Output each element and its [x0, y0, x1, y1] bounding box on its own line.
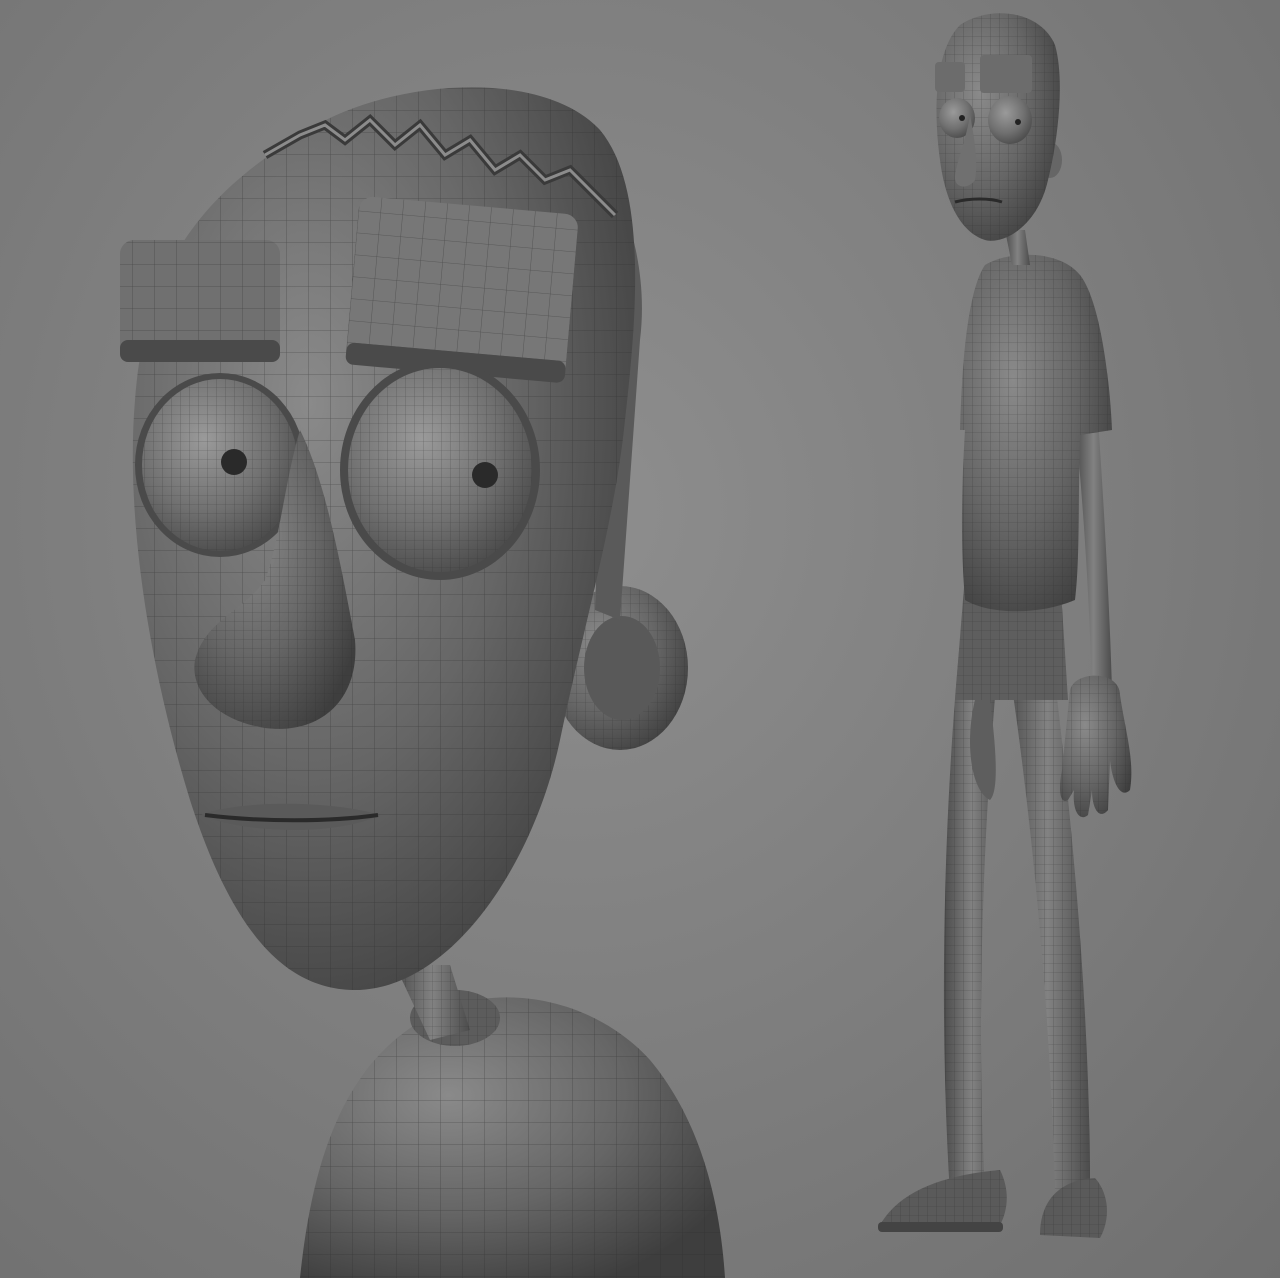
body-arm — [1075, 420, 1112, 690]
render-canvas — [120, 13, 1132, 1278]
body-shoe-front — [1040, 1178, 1107, 1238]
body-hand — [1060, 675, 1132, 818]
body-shoe-back — [878, 1170, 1007, 1232]
body-eyebrow — [935, 62, 965, 92]
closeup-eye-right — [340, 360, 540, 580]
head-closeup-model — [120, 87, 725, 1278]
closeup-eyebrow-left — [120, 240, 280, 362]
render-viewport — [0, 0, 1280, 1278]
full-body-model — [878, 13, 1132, 1238]
closeup-eyebrow-right — [345, 196, 578, 383]
